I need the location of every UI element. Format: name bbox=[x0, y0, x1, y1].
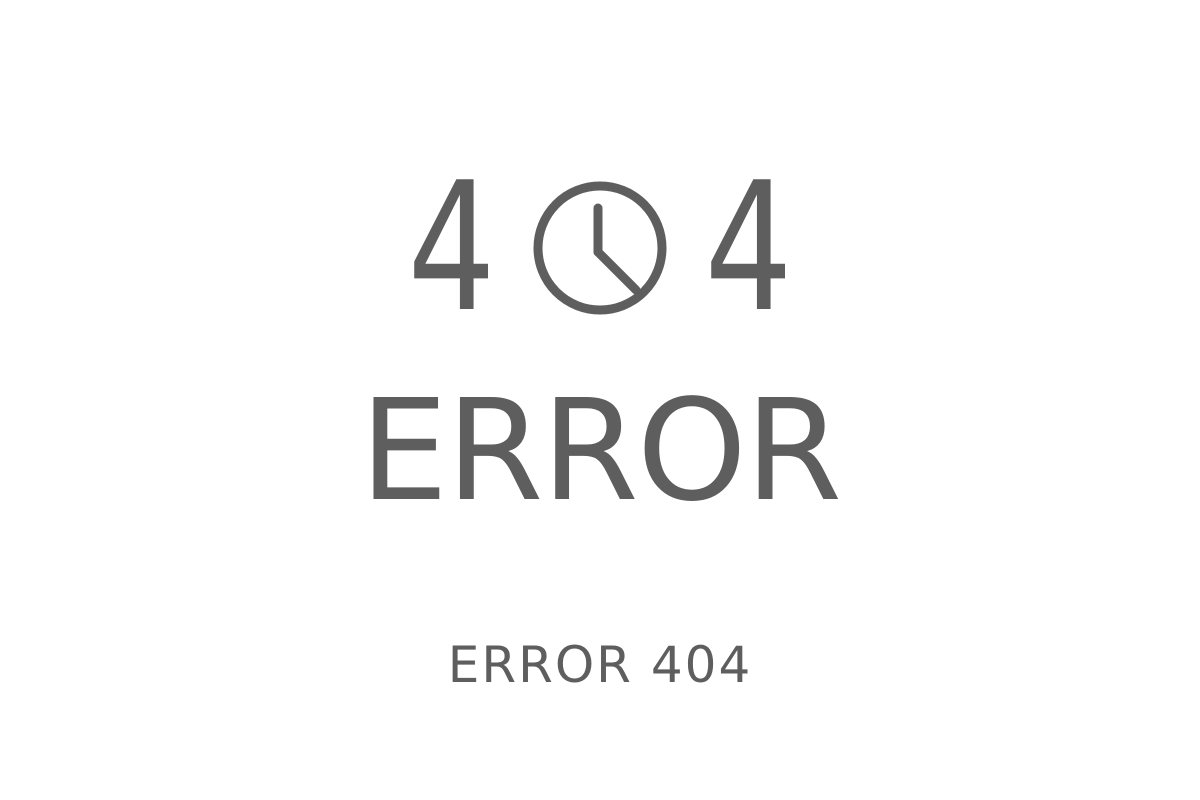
error-headline: ERROR bbox=[359, 370, 842, 533]
clock-icon bbox=[533, 181, 667, 314]
code-digit-last: 4 bbox=[704, 143, 793, 351]
code-digit-first: 4 bbox=[407, 143, 496, 351]
error-caption: ERROR 404 bbox=[447, 636, 753, 694]
error-404-page: 4 4 ERROR ERROR 404 bbox=[0, 0, 1200, 800]
clock-minute-hand bbox=[593, 247, 641, 294]
error-code: 4 4 bbox=[0, 143, 1200, 351]
